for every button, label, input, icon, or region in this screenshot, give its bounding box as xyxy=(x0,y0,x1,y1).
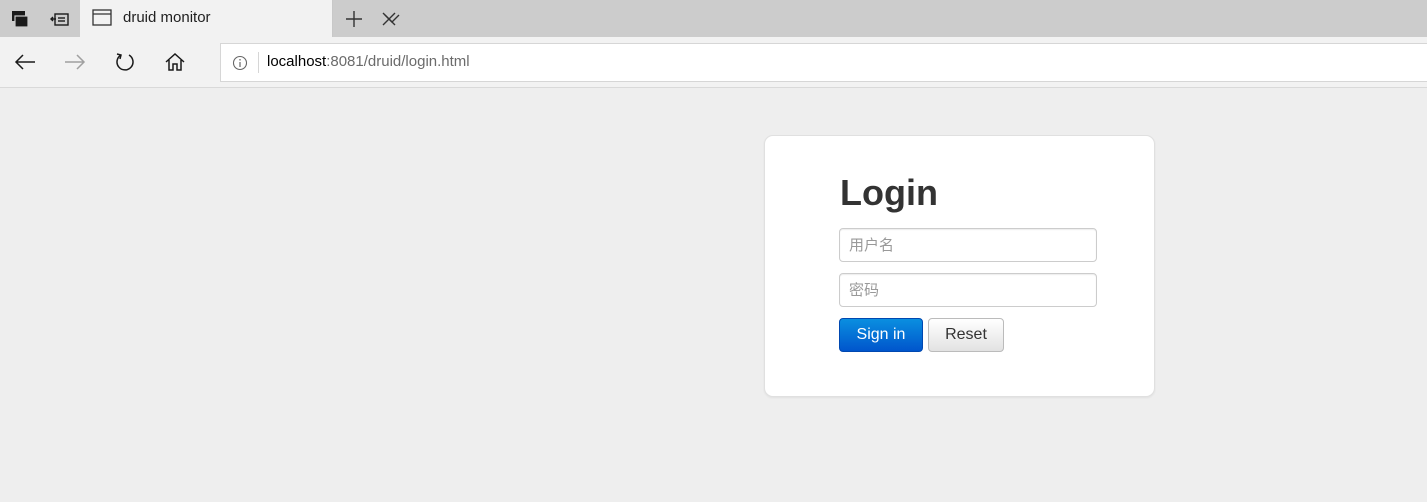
set-aside-tabs-icon xyxy=(50,12,69,26)
back-button[interactable] xyxy=(10,47,40,77)
forward-button[interactable] xyxy=(60,47,90,77)
forward-arrow-icon xyxy=(65,54,86,70)
address-separator xyxy=(258,52,259,73)
reset-button[interactable]: Reset xyxy=(928,318,1004,352)
refresh-icon xyxy=(116,53,134,71)
login-panel: Login Sign in Reset xyxy=(764,135,1155,397)
home-icon xyxy=(165,52,185,71)
tab-manager-icon xyxy=(12,10,29,28)
url-text[interactable]: localhost:8081/druid/login.html xyxy=(267,53,470,70)
tab-title: druid monitor xyxy=(123,9,211,26)
sign-in-button[interactable]: Sign in xyxy=(839,318,923,352)
active-tab[interactable]: druid monitor xyxy=(80,0,396,38)
back-arrow-icon xyxy=(14,54,35,70)
tab-strip: druid monitor xyxy=(0,0,1427,38)
tab-manager-button[interactable] xyxy=(0,0,40,37)
url-host: localhost xyxy=(267,53,327,70)
chevron-down-icon xyxy=(384,14,400,23)
info-icon[interactable] xyxy=(232,55,248,71)
plus-icon xyxy=(346,10,362,27)
password-input[interactable] xyxy=(839,273,1097,307)
login-title: Login xyxy=(840,172,938,213)
navigation-bar: localhost:8081/druid/login.html xyxy=(0,37,1427,88)
new-tab-button[interactable] xyxy=(334,0,374,37)
home-button[interactable] xyxy=(160,47,190,77)
username-input[interactable] xyxy=(839,228,1097,262)
set-aside-tabs-button[interactable] xyxy=(40,0,80,37)
tab-list-button[interactable] xyxy=(372,0,412,37)
refresh-button[interactable] xyxy=(110,47,140,77)
page-icon xyxy=(92,9,112,26)
address-bar[interactable]: localhost:8081/druid/login.html xyxy=(220,43,1427,82)
url-path: :8081/druid/login.html xyxy=(326,53,470,70)
